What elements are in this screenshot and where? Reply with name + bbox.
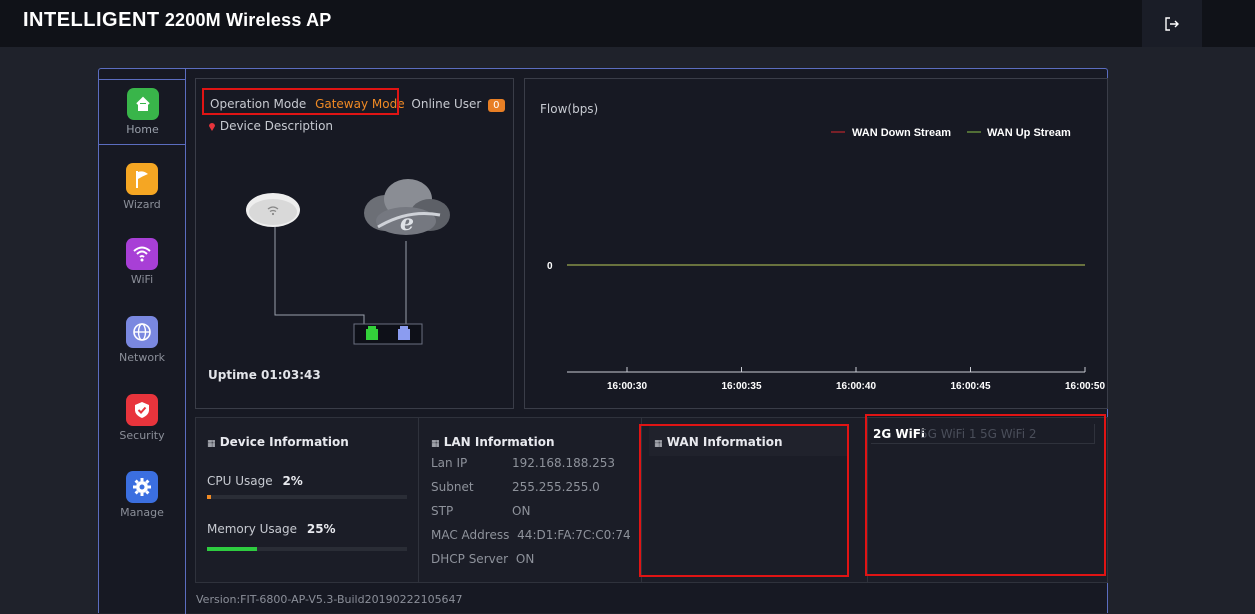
lan-row: Lan IP 192.168.188.253 — [431, 456, 615, 470]
flag-icon — [126, 163, 158, 195]
sidebar-item-label: Home — [126, 123, 159, 136]
x-tick-label: 16:00:30 — [607, 381, 647, 392]
lan-row: MAC Address 44:D1:FA:7C:C0:74 — [431, 528, 631, 542]
sidebar: Home Wizard WiFi Network Security Manage — [99, 69, 186, 614]
lan-row-key: DHCP Server — [431, 552, 509, 566]
tab-5g-wifi-1[interactable]: 5G WiFi 1 — [920, 427, 977, 441]
sidebar-item-label: Security — [119, 429, 165, 442]
lan-row: DHCP Server ON — [431, 552, 534, 566]
sidebar-item-label: Wizard — [123, 198, 161, 211]
sidebar-item-manage[interactable]: Manage — [99, 471, 185, 541]
shield-icon — [126, 394, 158, 426]
tab-2g-wifi[interactable]: 2G WiFi — [873, 427, 925, 441]
internet-cloud-icon: e — [364, 179, 450, 236]
wifi-icon — [126, 238, 158, 270]
device-info-title-row: ▦ Device Information — [207, 435, 349, 449]
top-bar: INTELLIGENT 2200M Wireless AP — [0, 0, 1255, 47]
sidebar-item-security[interactable]: Security — [99, 394, 185, 464]
sidebar-item-wizard[interactable]: Wizard — [99, 163, 185, 233]
info-area: ▦ Device Information CPU Usage 2% Memory… — [195, 417, 1108, 583]
lan-info-title-row: ▦ LAN Information — [431, 435, 555, 449]
lan-info-panel: ▦ LAN Information Lan IP 192.168.188.253… — [420, 418, 642, 582]
brand-rest: 2200M Wireless AP — [164, 10, 332, 30]
memory-usage-value: 25% — [306, 522, 336, 536]
lan-row-value: 255.255.255.0 — [512, 480, 600, 494]
flow-chart: WAN Down Stream WAN Up Stream 0 16:00:30 16:… — [547, 127, 1105, 392]
info-list-icon: ▦ — [654, 439, 663, 449]
lan-row-key: STP — [431, 504, 454, 518]
version-text: Version:FIT-6800-AP-V5.3-Build2019022210… — [196, 593, 463, 606]
access-point-icon — [246, 193, 300, 227]
cpu-usage-label: CPU Usage — [207, 474, 273, 488]
cpu-usage-fill — [207, 495, 211, 499]
x-tick-label: 16:00:50 — [1065, 381, 1105, 392]
gear-icon — [126, 471, 158, 503]
cpu-usage-value: 2% — [282, 474, 303, 488]
status-panel: Operation Mode Gateway Mode Online User … — [195, 78, 514, 409]
lan-row-key: MAC Address — [431, 528, 510, 542]
lan-row-key: Lan IP — [431, 456, 468, 470]
lan-row-key: Subnet — [431, 480, 474, 494]
x-tick-label: 16:00:45 — [950, 381, 990, 392]
flow-chart-panel: Flow(bps) WAN Down Stream WAN Up Stream 0 1… — [524, 78, 1108, 409]
wan-info-title: WAN Information — [666, 435, 783, 449]
brand-title: INTELLIGENT 2200M Wireless AP — [23, 9, 331, 32]
sidebar-item-home[interactable]: Home — [99, 79, 186, 145]
topology-diagram — [274, 219, 423, 345]
logout-button[interactable] — [1142, 0, 1202, 47]
memory-usage-row: Memory Usage 25% — [207, 522, 336, 536]
tab-5g-wifi-2[interactable]: 5G WiFi 2 — [980, 427, 1037, 441]
lan-row-value: ON — [515, 552, 535, 566]
legend-label-down: WAN Down Stream — [852, 127, 951, 139]
memory-usage-bar — [207, 547, 407, 551]
sidebar-item-label: Manage — [120, 506, 164, 519]
home-icon — [126, 88, 159, 120]
sidebar-item-network[interactable]: Network — [99, 316, 185, 386]
wan-info-panel: ▦ WAN Information — [643, 418, 868, 582]
y-tick-label: 0 — [547, 261, 553, 272]
svg-text:e: e — [400, 210, 414, 236]
cpu-usage-row: CPU Usage 2% — [207, 474, 303, 488]
x-tick-label: 16:00:35 — [721, 381, 761, 392]
device-info-panel: ▦ Device Information CPU Usage 2% Memory… — [196, 418, 419, 582]
x-tick-label: 16:00:40 — [836, 381, 876, 392]
sidebar-item-label: Network — [119, 351, 165, 364]
device-info-title: Device Information — [219, 435, 349, 449]
wifi-tab-bar: 2G WiFi 5G WiFi 1 5G WiFi 2 — [871, 424, 1095, 444]
wan-info-title-row: ▦ WAN Information — [654, 435, 783, 449]
uptime-text: Uptime 01:03:43 — [208, 368, 321, 382]
legend-label-up: WAN Up Stream — [987, 127, 1071, 139]
lan-row-value: ON — [512, 504, 531, 518]
memory-usage-label: Memory Usage — [207, 522, 298, 536]
lan-row-value: 44:D1:FA:7C:C0:74 — [517, 528, 631, 542]
wifi-info-panel: 2G WiFi 5G WiFi 1 5G WiFi 2 — [869, 418, 1107, 582]
lan-row: Subnet 255.255.255.0 — [431, 480, 600, 494]
main-area: Operation Mode Gateway Mode Online User … — [185, 69, 1108, 614]
globe-icon — [126, 316, 158, 348]
brand-big: INTELLIGENT — [23, 9, 160, 31]
lan-row-value: 192.168.188.253 — [512, 456, 616, 470]
content-frame: Home Wizard WiFi Network Security Manage… — [98, 68, 1108, 614]
sidebar-item-label: WiFi — [130, 273, 154, 286]
info-list-icon: ▦ — [431, 439, 440, 449]
lan-row: STP ON — [431, 504, 530, 518]
lan-info-title: LAN Information — [443, 435, 555, 449]
cpu-usage-bar — [207, 495, 407, 499]
sidebar-item-wifi[interactable]: WiFi — [99, 238, 185, 308]
memory-usage-fill — [207, 547, 257, 551]
info-list-icon: ▦ — [207, 439, 216, 449]
logout-icon — [1165, 16, 1179, 31]
